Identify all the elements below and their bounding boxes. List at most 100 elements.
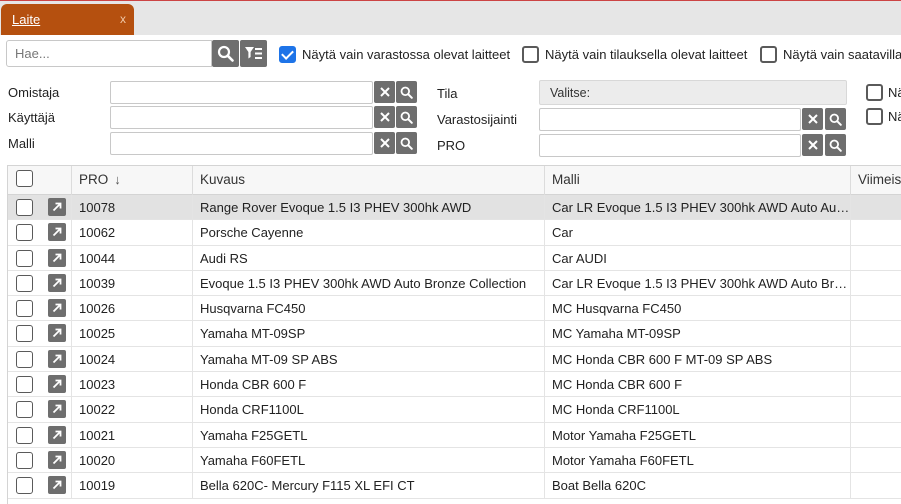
open-record-button[interactable] — [48, 248, 66, 267]
tab-close-icon[interactable]: x — [120, 12, 126, 26]
kayttaja-clear-button[interactable] — [374, 106, 395, 128]
omistaja-field[interactable] — [110, 81, 373, 104]
cell-malli: Boat Bella 620C — [545, 473, 851, 499]
app-root: Laite x Näytä vain varastossa olevat lai… — [0, 0, 901, 504]
open-record-button[interactable] — [48, 425, 66, 444]
pro-search-button[interactable] — [825, 134, 846, 156]
cell-malli: MC Honda CBR 600 F MT-09 SP ABS — [545, 346, 851, 372]
table-row[interactable]: 10019 Bella 620C- Mercury F115 XL EFI CT B… — [8, 473, 901, 499]
open-record-button[interactable] — [48, 349, 66, 368]
malli-field[interactable] — [110, 132, 373, 155]
varastosijainti-field[interactable] — [539, 108, 801, 131]
table-row[interactable]: 10022 Honda CRF1100L MC Honda CRF1100L — [8, 397, 901, 423]
malli-clear-button[interactable] — [374, 132, 395, 154]
row-checkbox[interactable] — [16, 376, 33, 394]
row-checkbox[interactable] — [16, 249, 33, 267]
table-row[interactable]: 10078 Range Rover Evoque 1.5 I3 PHEV 300h… — [8, 195, 901, 221]
open-record-button[interactable] — [48, 476, 66, 495]
row-checkbox[interactable] — [16, 477, 33, 495]
row-open-cell — [40, 245, 72, 271]
kayttaja-search-button[interactable] — [396, 106, 417, 128]
tab-bar: Laite x — [0, 0, 901, 35]
cell-viimeis — [851, 397, 901, 422]
available-only-checkbox[interactable] — [760, 46, 777, 63]
table-row[interactable]: 10024 Yamaha MT-09 SP ABS MC Honda CBR 600… — [8, 346, 901, 373]
in-stock-only-checkbox[interactable] — [279, 46, 296, 63]
cell-kuvaus: Range Rover Evoque 1.5 I3 PHEV 300hk AWD — [193, 195, 545, 220]
table-row[interactable]: 10023 Honda CBR 600 F MC Honda CBR 600 F — [8, 372, 901, 398]
table-row[interactable]: 10020 Yamaha F60FETL Motor Yamaha F60FETL — [8, 447, 901, 474]
column-header-kuvaus[interactable]: Kuvaus — [193, 166, 545, 195]
extra-option-1-checkbox[interactable] — [866, 84, 883, 101]
row-checkbox[interactable] — [16, 300, 33, 318]
cell-pro: 10021 — [72, 422, 193, 448]
advanced-filter-button[interactable] — [240, 40, 267, 67]
table-row[interactable]: 10021 Yamaha F25GETL Motor Yamaha F25GETL — [8, 422, 901, 448]
cell-malli: MC Honda CBR 600 F — [545, 372, 851, 398]
on-order-only-checkbox[interactable] — [522, 46, 539, 63]
column-header-pro[interactable]: PRO ↓ — [72, 166, 193, 195]
search-icon — [400, 86, 413, 99]
open-record-button[interactable] — [48, 223, 66, 242]
cell-kuvaus: Honda CRF1100L — [193, 397, 545, 423]
cell-pro: 10024 — [72, 346, 193, 372]
open-record-button[interactable] — [48, 375, 66, 394]
row-select-cell — [8, 347, 40, 372]
row-checkbox[interactable] — [16, 274, 33, 292]
table-row[interactable]: 10062 Porsche Cayenne Car — [8, 220, 901, 246]
pro-clear-button[interactable] — [802, 134, 823, 156]
row-select-cell — [8, 473, 40, 498]
row-open-cell — [40, 447, 72, 473]
malli-search-button[interactable] — [396, 132, 417, 154]
cell-malli: Car AUDI — [545, 245, 851, 271]
row-checkbox[interactable] — [16, 451, 33, 469]
row-checkbox[interactable] — [16, 401, 33, 419]
omistaja-search-button[interactable] — [396, 81, 417, 103]
cell-malli: Motor Yamaha F60FETL — [545, 447, 851, 473]
tab-laite[interactable]: Laite x — [1, 4, 134, 35]
open-record-button[interactable] — [48, 273, 66, 292]
select-all-checkbox[interactable] — [16, 170, 33, 187]
open-record-button[interactable] — [48, 400, 66, 419]
row-open-cell — [40, 220, 72, 246]
tila-select[interactable]: Valitse: — [539, 80, 847, 105]
sort-arrow-icon[interactable]: ↓ — [114, 172, 121, 187]
open-record-button[interactable] — [48, 324, 66, 343]
row-checkbox[interactable] — [16, 224, 33, 242]
table-row[interactable]: 10025 Yamaha MT-09SP MC Yamaha MT-09SP — [8, 321, 901, 347]
cell-viimeis — [851, 246, 901, 271]
open-external-icon — [52, 278, 62, 288]
varastosijainti-clear-button[interactable] — [802, 108, 823, 130]
tila-label: Tila — [437, 86, 458, 101]
table-body: 10078 Range Rover Evoque 1.5 I3 PHEV 300h… — [8, 195, 901, 499]
pro-field[interactable] — [539, 134, 801, 157]
cell-pro: 10044 — [72, 245, 193, 271]
search-input[interactable] — [6, 40, 212, 67]
column-header-viimeis[interactable]: Viimeis — [851, 166, 901, 195]
cell-malli: Car LR Evoque 1.5 I3 PHEV 300hk AWD Auto… — [545, 195, 851, 220]
table-row[interactable]: 10039 Evoque 1.5 I3 PHEV 300hk AWD Auto B… — [8, 270, 901, 297]
open-record-button[interactable] — [48, 450, 66, 469]
extra-option-2-checkbox[interactable] — [866, 108, 883, 125]
table-row[interactable]: 10026 Husqvarna FC450 MC Husqvarna FC450 — [8, 296, 901, 322]
open-record-button[interactable] — [48, 299, 66, 318]
row-checkbox[interactable] — [16, 426, 33, 444]
search-button[interactable] — [212, 40, 239, 67]
open-external-icon — [52, 404, 62, 414]
tab-label[interactable]: Laite — [12, 12, 40, 27]
open-external-icon — [52, 354, 62, 363]
cell-viimeis — [851, 423, 901, 448]
cell-kuvaus: Yamaha F25GETL — [193, 422, 545, 448]
row-checkbox[interactable] — [16, 325, 33, 343]
omistaja-clear-button[interactable] — [374, 81, 395, 103]
kayttaja-field[interactable] — [110, 106, 373, 129]
column-header-malli[interactable]: Malli — [545, 166, 851, 195]
open-record-button[interactable] — [48, 198, 66, 216]
varastosijainti-label: Varastosijainti — [437, 112, 517, 127]
row-checkbox[interactable] — [16, 350, 33, 368]
varastosijainti-search-button[interactable] — [825, 108, 846, 130]
table-row[interactable]: 10044 Audi RS Car AUDI — [8, 245, 901, 271]
search-icon — [217, 45, 234, 62]
row-checkbox[interactable] — [16, 199, 33, 216]
row-select-cell — [8, 448, 40, 473]
